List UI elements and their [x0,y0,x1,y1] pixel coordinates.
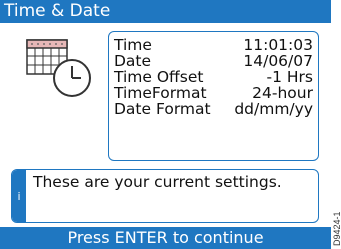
settings-panel: Time 11:01:03 Date 14/06/07 Time Offset … [108,31,319,161]
setting-value: 24-hour [252,84,313,102]
setting-value: dd/mm/yy [234,100,313,118]
calendar-clock-icon [26,39,91,97]
info-icon-label: i [17,189,21,203]
setting-row-time-format: TimeFormat 24-hour [114,85,313,101]
setting-value: 14/06/07 [243,52,313,70]
info-message-text: These are your current settings. [33,173,282,191]
continue-prompt[interactable]: Press ENTER to continue [0,227,331,249]
info-message-box: i These are your current settings. [11,169,319,223]
device-screen: Time & Date Time 11:01:03 Date 14/06/07 … [0,0,331,249]
setting-row-date: Date 14/06/07 [114,53,313,69]
screen-title: Time & Date [0,0,331,23]
setting-value: 11:01:03 [243,36,313,54]
setting-row-date-format: Date Format dd/mm/yy [114,101,313,117]
setting-value: -1 Hrs [266,68,314,86]
setting-label: Date [114,52,152,70]
setting-label: TimeFormat [114,84,207,102]
setting-label: Date Format [114,100,211,118]
figure-id-label: D9424-1 [332,211,341,246]
setting-label: Time [114,36,152,54]
setting-label: Time Offset [114,68,204,86]
setting-row-time-offset: Time Offset -1 Hrs [114,69,313,85]
setting-row-time: Time 11:01:03 [114,37,313,53]
info-icon: i [12,170,26,222]
